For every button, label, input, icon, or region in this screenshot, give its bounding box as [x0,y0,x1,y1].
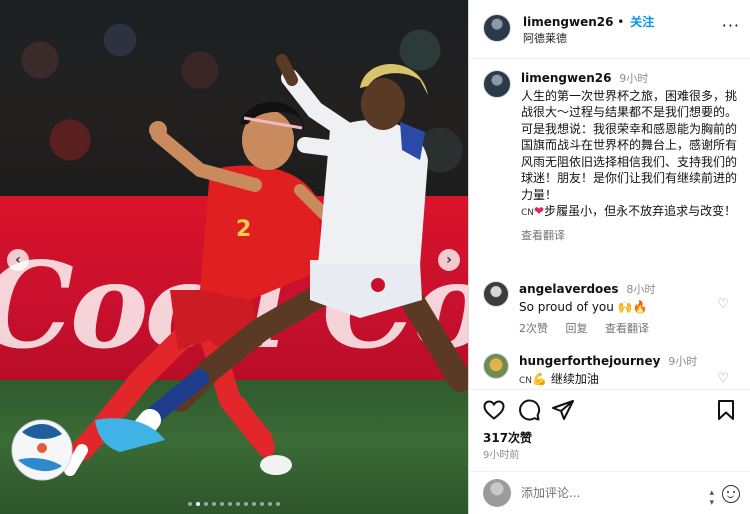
comment-username[interactable]: angelaverdoes [519,282,619,296]
comment-text: 继续加油 [550,371,599,386]
post-header: limengwen26 • 关注 阿德莱德 ··· [469,0,750,59]
players-illustration: 2 [11,54,468,481]
chevron-left-icon: ‹ [15,252,21,268]
commenter-avatar[interactable] [483,353,509,379]
comment-item: angelaverdoes 8小时 So proud of you 🙌🔥 2次赞… [483,281,741,336]
comment-composer: ▴▾ [469,471,750,514]
carousel-dot [212,502,216,506]
post-dialog: Coca Cola [0,0,750,514]
chevron-right-icon: › [446,252,452,268]
comment-body: hungerforthejourney 9小时 CN💪 继续加油 [519,353,737,388]
carousel-next-button[interactable]: › [438,249,460,271]
share-icon[interactable] [551,398,575,422]
see-translation-link[interactable]: 查看翻译 [521,229,565,242]
caption-avatar[interactable] [483,70,511,98]
carousel-prev-button[interactable]: ‹ [7,249,29,271]
comment-actions: 2次赞 回复 查看翻译 [519,320,737,336]
post-actions-bar: 317次赞 9小时前 [469,389,750,461]
comment-likes-link[interactable]: 2次赞 [519,322,548,335]
carousel-dot [260,502,264,506]
like-count[interactable]: 317次赞 [483,429,532,446]
carousel-dot [252,502,256,506]
caption-body: limengwen26 9小时 人生的第一次世界杯之旅，困难很多，挑战很大～过程… [521,70,739,243]
comment-icon[interactable] [517,398,541,422]
comments-list[interactable]: limengwen26 9小时 人生的第一次世界杯之旅，困难很多，挑战很大～过程… [469,60,750,388]
carousel-dot [244,502,248,506]
comment-item: hungerforthejourney 9小时 CN💪 继续加油 ♡ [483,353,741,388]
location-link[interactable]: 阿德莱德 [523,31,654,47]
carousel-dots [188,502,280,506]
follow-button[interactable]: 关注 [630,15,654,29]
caption-actions: 查看翻译 [521,227,739,243]
carousel-dot [276,502,280,506]
caption: limengwen26 9小时 人生的第一次世界杯之旅，困难很多，挑战很大～过程… [483,70,741,243]
comment-header: hungerforthejourney 9小时 [519,353,737,371]
flexed-arm-emoji-icon: 💪 [532,371,547,386]
post-photo[interactable]: Coca Cola [0,0,468,514]
caption-line-3: CN❤步履虽小，但永不放弃追求与改变！ [521,203,739,222]
carousel-dot [188,502,192,506]
viewer-avatar [483,479,511,507]
carousel-dot [204,502,208,506]
comment-time[interactable]: 8小时 [626,283,655,296]
caption-line-1: 人生的第一次世界杯之旅，困难很多，挑战很大～过程与结果都不是我们想要的。 [521,88,738,120]
more-options-icon[interactable]: ··· [722,16,740,35]
comment-username[interactable]: hungerforthejourney [519,354,660,368]
carousel-dot [228,502,232,506]
caption-header: limengwen26 9小时 [521,70,739,88]
comment-body: angelaverdoes 8小时 So proud of you 🙌🔥 2次赞… [519,281,737,336]
caption-time[interactable]: 9小时 [619,72,648,85]
carousel-dot [268,502,272,506]
jersey-number: 2 [236,217,251,242]
carousel-dot [220,502,224,506]
author-username[interactable]: limengwen26 [523,15,613,29]
heart-icon[interactable] [482,398,506,422]
header-text: limengwen26 • 关注 阿德莱德 [523,14,654,47]
add-comment-input[interactable] [521,486,691,500]
see-translation-link[interactable]: 查看翻译 [605,322,649,335]
reply-link[interactable]: 回复 [566,322,588,335]
soccer-ball [11,419,73,481]
comment-text: So proud of you 🙌🔥 [519,299,648,314]
commenter-avatar[interactable] [483,281,509,307]
carousel-dot [196,502,200,506]
resize-handle-icon[interactable]: ▴ ▾ [709,488,714,508]
heart-emoji-icon: ❤ [534,204,545,218]
comment-like-heart-icon[interactable]: ♡ [717,297,729,312]
region-tag: CN [519,375,533,386]
carousel-dot [236,502,240,506]
post-timestamp[interactable]: 9小时前 [483,446,519,461]
comment-text-row: CN💪 继续加油 [519,371,737,389]
post-side-panel: limengwen26 • 关注 阿德莱德 ··· limengwen26 9小… [468,0,750,514]
author-avatar[interactable] [483,14,511,42]
caption-closing-text: 步履虽小，但永不放弃追求与改变！ [544,204,737,218]
caption-line-2: 可是我想说：我很荣幸和感恩能为胸前的国旗而战斗在世界杯的舞台上，感谢所有风雨无阻… [521,121,738,202]
separator-dot: • [617,15,625,29]
comment-time[interactable]: 9小时 [668,355,697,368]
region-tag: CN [521,208,535,218]
emoji-icon[interactable] [722,485,740,503]
caption-username[interactable]: limengwen26 [521,71,611,85]
comment-like-heart-icon[interactable]: ♡ [717,371,729,386]
bookmark-icon[interactable] [714,398,738,422]
comment-header: angelaverdoes 8小时 [519,281,737,299]
